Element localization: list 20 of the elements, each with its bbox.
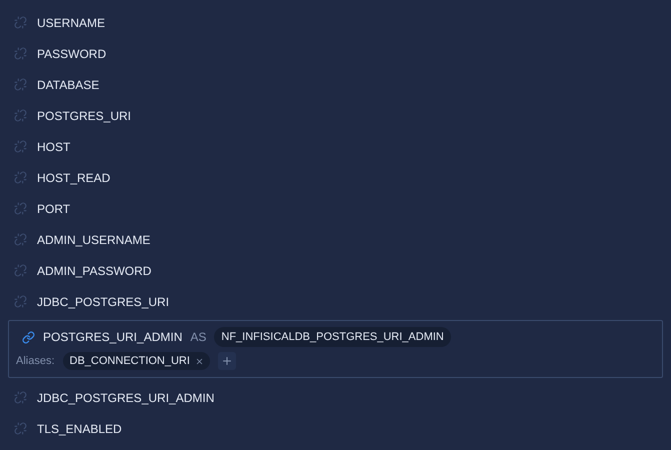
secret-name: TLS_ENABLED [37, 422, 122, 436]
secret-name: PASSWORD [37, 46, 106, 60]
remove-icon[interactable] [194, 356, 204, 366]
aliases-label: Aliases: [16, 355, 55, 367]
secret-name: ADMIN_PASSWORD [37, 264, 152, 278]
as-label: AS [190, 330, 206, 344]
plus-icon [220, 355, 233, 367]
secret-name: USERNAME [37, 16, 106, 30]
secret-name: ADMIN_USERNAME [37, 232, 150, 246]
secret-name: JDBC_POSTGRES_URI_ADMIN [37, 390, 214, 404]
secret-name: PORT [37, 202, 70, 216]
add-alias-button[interactable] [218, 352, 236, 370]
secret-name: HOST [37, 140, 70, 154]
alias-tag: DB_CONNECTION_URI [62, 352, 210, 370]
secret-name: DATABASE [37, 78, 100, 92]
secret-name: HOST_READ [37, 170, 110, 184]
secret-name: JDBC_POSTGRES_URI [37, 294, 170, 308]
target-secret: NF_INFISICALDB_POSTGRES_URI_ADMIN [214, 327, 451, 347]
secret-name: POSTGRES_URI [37, 108, 132, 122]
secret-name: POSTGRES_URI_ADMIN [43, 330, 182, 344]
